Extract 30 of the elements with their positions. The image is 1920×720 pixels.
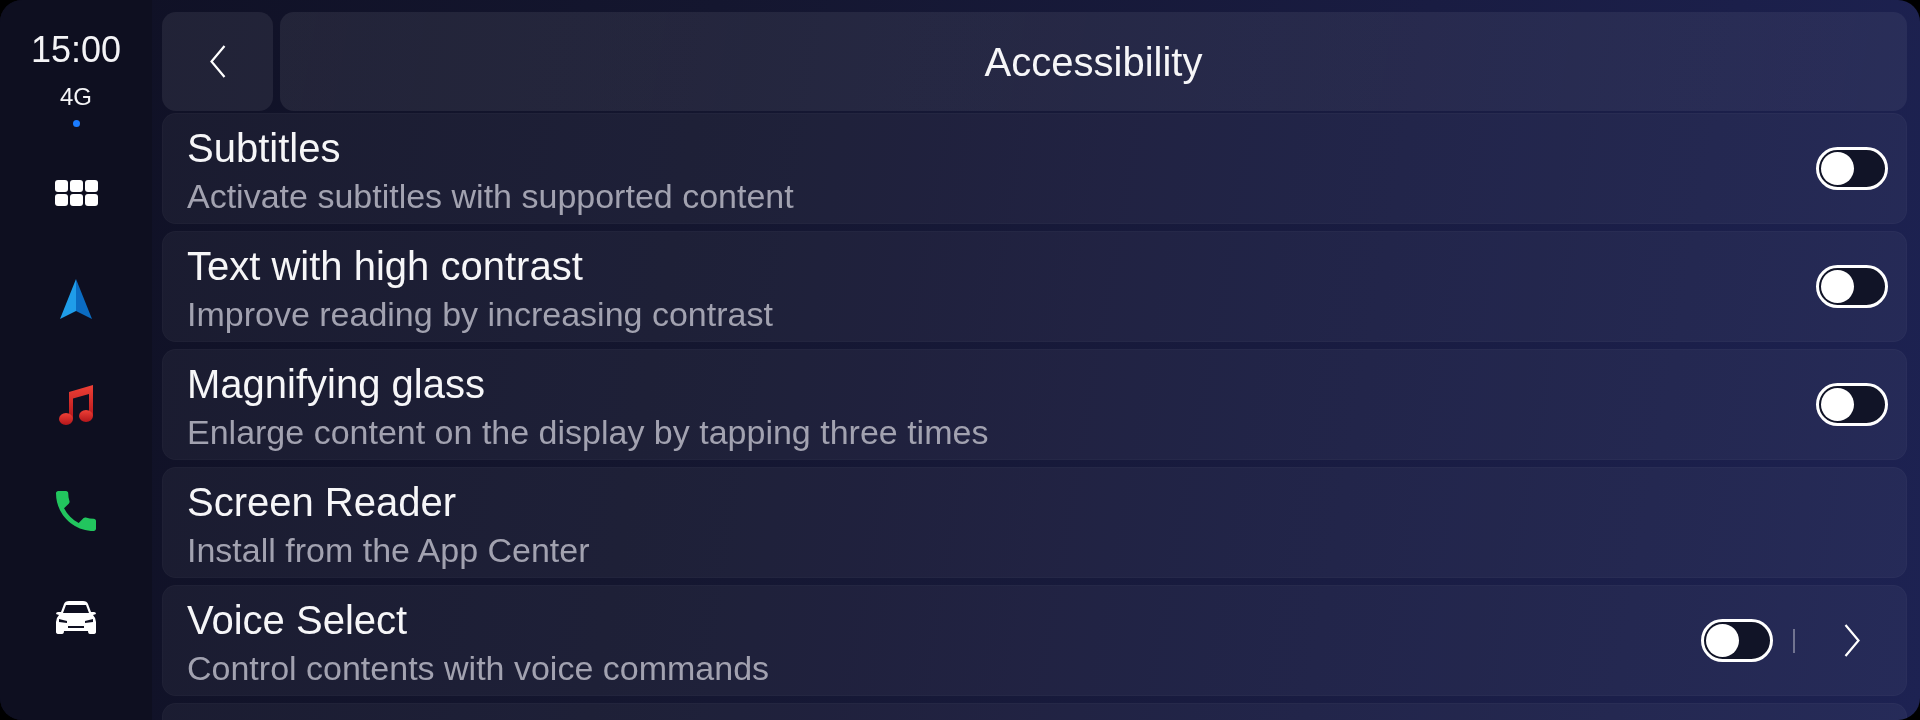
network-label: 4G <box>60 83 92 111</box>
phone-icon[interactable] <box>56 491 96 531</box>
setting-row[interactable]: Magnifying glass Enlarge content on the display by tapping three times <box>162 349 1907 460</box>
chevron-right-icon[interactable] <box>1844 624 1860 657</box>
setting-title: Voice Select <box>187 598 409 642</box>
setting-title: Screen Reader <box>187 480 458 524</box>
page-title: Accessibility <box>984 38 1203 85</box>
setting-title: Subtitles <box>187 126 342 170</box>
car-icon[interactable] <box>55 600 97 634</box>
toggle-switch[interactable] <box>1816 147 1888 190</box>
setting-description: Improve reading by increasing contrast <box>187 294 774 334</box>
clock-text: 15:00 <box>30 30 122 70</box>
setting-description: Control contents with voice commands <box>187 648 771 688</box>
setting-title: Text with high contrast <box>187 244 584 288</box>
setting-row[interactable]: Subtitles Activate subtitles with supported content <box>162 113 1907 224</box>
setting-description: Enlarge content on the display by tapping three times <box>187 412 990 452</box>
setting-description: Install from the App Center <box>187 530 591 570</box>
apps-grid-icon[interactable] <box>54 180 98 206</box>
setting-row[interactable]: Voice Select Control contents with voice commands <box>162 585 1907 696</box>
toggle-switch[interactable] <box>1816 383 1888 426</box>
toggle-switch[interactable] <box>1701 619 1773 662</box>
setting-row[interactable]: Screen Reader Install from the App Center <box>162 467 1907 578</box>
music-note-icon[interactable] <box>59 385 93 425</box>
toggle-switch[interactable] <box>1816 265 1888 308</box>
setting-title: Magnifying glass <box>187 362 486 406</box>
chevron-left-icon <box>209 45 226 78</box>
navigation-arrow-icon[interactable] <box>60 279 92 319</box>
setting-description: Activate subtitles with supported content <box>187 176 795 216</box>
setting-row[interactable]: Text with high contrast Improve reading by increasing contrast <box>162 231 1907 342</box>
status-dot-icon <box>72 120 80 127</box>
